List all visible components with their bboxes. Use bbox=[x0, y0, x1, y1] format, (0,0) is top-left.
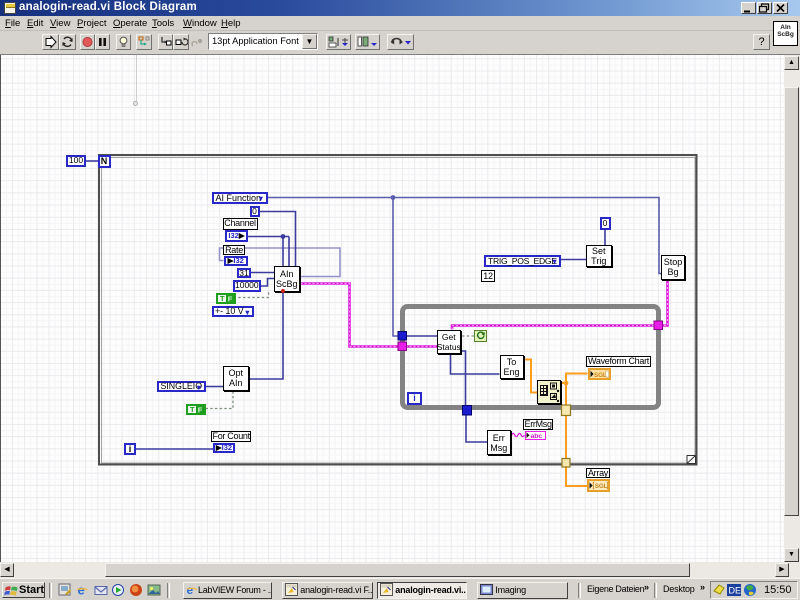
svg-text:T: T bbox=[220, 294, 225, 303]
svg-text:F: F bbox=[198, 405, 203, 414]
svg-text:SGL: SGL bbox=[594, 371, 607, 377]
svg-text:T: T bbox=[190, 405, 195, 414]
svg-text:SGL: SGL bbox=[594, 483, 607, 490]
svg-text:abc: abc bbox=[530, 433, 542, 439]
svg-text:F: F bbox=[228, 294, 233, 303]
